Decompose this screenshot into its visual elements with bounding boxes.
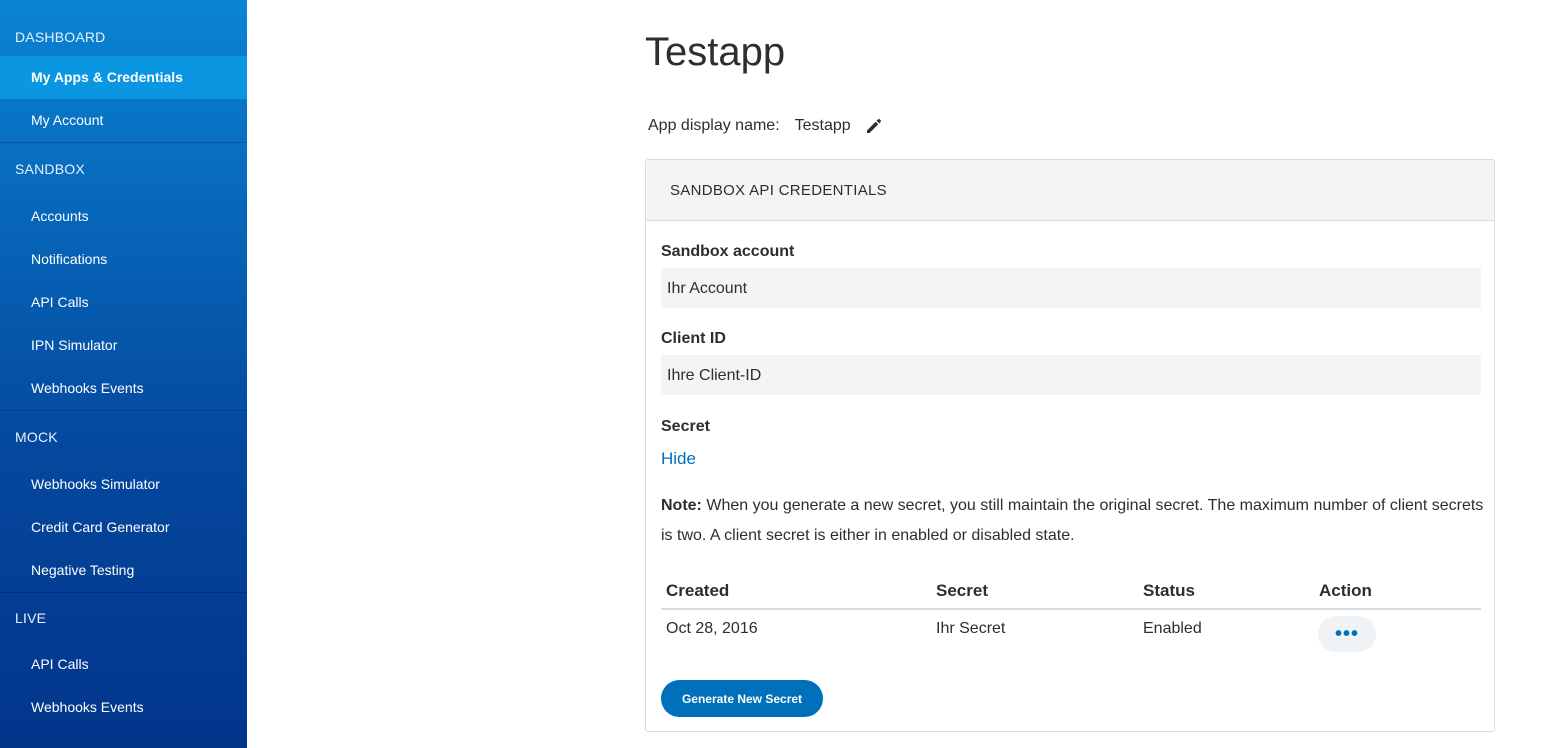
- sidebar-item-accounts[interactable]: Accounts: [0, 195, 247, 238]
- pencil-icon[interactable]: [865, 117, 883, 135]
- column-header-created: Created: [666, 581, 730, 600]
- sandbox-account-label: Sandbox account: [661, 243, 795, 260]
- sidebar-section-mock: MOCK Webhooks Simulator Credit Card Gene…: [0, 411, 247, 593]
- note-text: When you generate a new secret, you stil…: [661, 497, 1484, 544]
- app-display-name-row: App display name: Testapp: [648, 115, 883, 137]
- sandbox-credentials-card: SANDBOX API CREDENTIALS Sandbox account …: [645, 159, 1495, 732]
- sidebar-item-api-calls[interactable]: API Calls: [0, 281, 247, 324]
- note-prefix: Note:: [661, 497, 702, 514]
- sidebar-item-ipn-simulator[interactable]: IPN Simulator: [0, 324, 247, 367]
- app-display-name-value: Testapp: [794, 117, 851, 134]
- secrets-table: Created Secret Status Action Oct 28, 201…: [661, 579, 1481, 660]
- cell-secret: Ihr Secret: [936, 620, 1006, 637]
- app-display-name-label: App display name:: [648, 117, 780, 134]
- secret-note: Note: When you generate a new secret, yo…: [661, 491, 1491, 551]
- sidebar-item-webhooks-simulator[interactable]: Webhooks Simulator: [0, 463, 247, 506]
- sidebar-section-title: MOCK: [15, 429, 58, 445]
- more-actions-button[interactable]: •••: [1318, 616, 1376, 652]
- sidebar-item-notifications[interactable]: Notifications: [0, 238, 247, 281]
- sidebar-section-title: LIVE: [15, 610, 47, 626]
- sidebar-section-title: SANDBOX: [15, 161, 85, 177]
- sidebar: DASHBOARD My Apps & Credentials My Accou…: [0, 0, 247, 748]
- table-header: Created Secret Status Action: [661, 579, 1481, 610]
- sidebar-item-my-apps-credentials[interactable]: My Apps & Credentials: [0, 56, 247, 99]
- client-id-field[interactable]: Ihre Client-ID: [661, 355, 1481, 395]
- column-header-action: Action: [1319, 581, 1372, 600]
- sidebar-section-live: LIVE API Calls Webhooks Events: [0, 593, 247, 729]
- sidebar-section-title: DASHBOARD: [15, 29, 106, 45]
- sidebar-item-credit-card-generator[interactable]: Credit Card Generator: [0, 506, 247, 549]
- card-header: SANDBOX API CREDENTIALS: [646, 160, 1494, 221]
- page-title: Testapp: [645, 30, 786, 74]
- column-header-secret: Secret: [936, 581, 988, 600]
- sidebar-section-dashboard: DASHBOARD My Apps & Credentials My Accou…: [0, 0, 247, 143]
- cell-status: Enabled: [1143, 620, 1202, 637]
- sidebar-item-my-account[interactable]: My Account: [0, 99, 247, 142]
- sandbox-account-field[interactable]: Ihr Account: [661, 268, 1481, 308]
- client-id-label: Client ID: [661, 330, 726, 347]
- sidebar-section-sandbox: SANDBOX Accounts Notifications API Calls…: [0, 143, 247, 411]
- more-icon: •••: [1334, 622, 1359, 645]
- cell-created: Oct 28, 2016: [666, 620, 758, 637]
- sidebar-item-webhooks-events[interactable]: Webhooks Events: [0, 367, 247, 410]
- column-header-status: Status: [1143, 581, 1195, 600]
- secret-label: Secret: [661, 418, 710, 435]
- sidebar-item-live-api-calls[interactable]: API Calls: [0, 643, 247, 686]
- sidebar-item-live-webhooks-events[interactable]: Webhooks Events: [0, 686, 247, 729]
- generate-new-secret-button[interactable]: Generate New Secret: [661, 680, 823, 717]
- sidebar-item-negative-testing[interactable]: Negative Testing: [0, 549, 247, 592]
- table-row: Oct 28, 2016 Ihr Secret Enabled •••: [661, 610, 1481, 660]
- hide-secret-link[interactable]: Hide: [661, 449, 696, 469]
